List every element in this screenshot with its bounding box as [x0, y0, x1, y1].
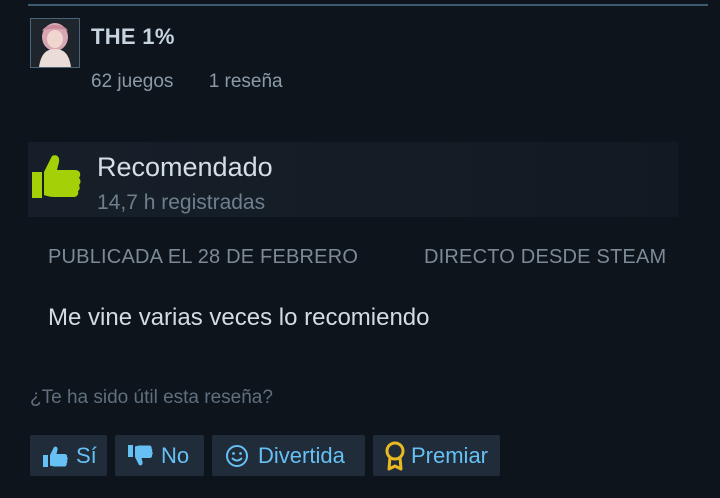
avatar[interactable] [30, 18, 80, 68]
thumbs-up-icon [42, 444, 68, 468]
thumbs-up-icon [32, 155, 81, 198]
award-ribbon-icon [383, 441, 407, 471]
games-count[interactable]: 62 juegos [91, 71, 173, 92]
helpful-question: ¿Te ha sido útil esta reseña? [30, 387, 273, 408]
reviewer-name[interactable]: THE 1% [91, 24, 175, 50]
vote-yes-button[interactable]: Sí [30, 435, 107, 476]
review-source: DIRECTO DESDE STEAM [424, 246, 667, 268]
vote-funny-button[interactable]: Divertida [212, 435, 365, 476]
vote-no-label: No [161, 442, 190, 468]
reviewer-stats: 62 juegos 1 reseña [91, 71, 313, 93]
posted-date: PUBLICADA EL 28 DE FEBRERO [48, 246, 359, 268]
vote-funny-label: Divertida [258, 442, 345, 468]
reviews-count[interactable]: 1 reseña [209, 71, 283, 92]
verdict-title[interactable]: Recomendado [97, 152, 273, 183]
award-label: Premiar [411, 442, 489, 468]
hours-played: 14,7 h registradas [97, 191, 266, 214]
vote-yes-label: Sí [76, 442, 97, 468]
vote-no-button[interactable]: No [115, 435, 204, 476]
review-body: Me vine varias veces lo recomiendo [48, 304, 430, 331]
top-divider [28, 4, 708, 6]
award-button[interactable]: Premiar [373, 435, 500, 476]
smiley-icon [224, 443, 250, 469]
thumbs-down-icon [127, 444, 153, 468]
